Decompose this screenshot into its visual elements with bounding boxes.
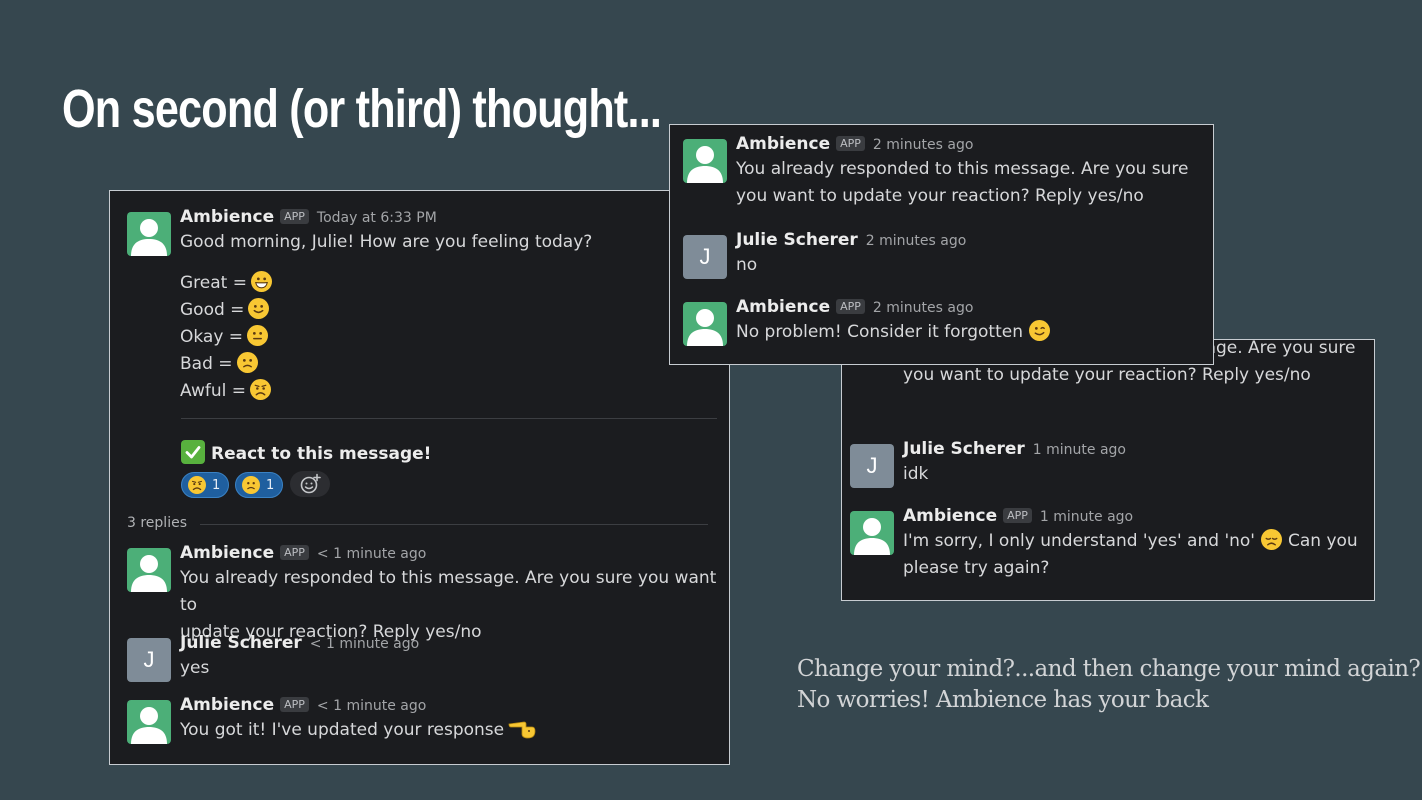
ambience-avatar[interactable] bbox=[683, 302, 727, 346]
julie-avatar[interactable]: J bbox=[850, 444, 894, 488]
message-text-line: you want to update your reaction? Reply … bbox=[736, 186, 1144, 206]
app-badge: APP bbox=[836, 299, 865, 314]
grinning-face-icon bbox=[250, 271, 272, 292]
slide-title: On second (or third) thought... bbox=[62, 79, 662, 139]
timestamp[interactable]: 1 minute ago bbox=[1033, 442, 1126, 458]
message-text-line: You already responded to this message. A… bbox=[180, 568, 717, 615]
slightly-frowning-face-icon bbox=[236, 352, 258, 373]
react-prompt-text: React to this message! bbox=[211, 444, 432, 464]
ambience-avatar[interactable] bbox=[127, 548, 171, 592]
main-thread-panel: Ambience APP Today at 6:33 PM Good morning… bbox=[109, 190, 730, 765]
option-awful: Awful = bbox=[180, 378, 720, 405]
timestamp[interactable]: 2 minutes ago bbox=[873, 300, 974, 316]
replies-divider bbox=[200, 524, 708, 525]
option-label: Okay = bbox=[180, 327, 244, 347]
timestamp[interactable]: < 1 minute ago bbox=[310, 636, 419, 652]
add-emoji-icon bbox=[300, 473, 321, 494]
reaction-count: 1 bbox=[266, 477, 275, 493]
section-divider bbox=[181, 418, 717, 419]
timestamp[interactable]: 2 minutes ago bbox=[873, 137, 974, 153]
message-text: idk bbox=[903, 464, 929, 484]
person-icon bbox=[127, 700, 171, 744]
check-mark-icon bbox=[181, 440, 205, 464]
neutral-face-icon bbox=[247, 325, 269, 346]
username[interactable]: Ambience bbox=[736, 134, 830, 154]
username[interactable]: Julie Scherer bbox=[180, 633, 302, 653]
person-icon bbox=[127, 548, 171, 592]
message-text: yes bbox=[180, 658, 210, 678]
ambience-avatar[interactable] bbox=[127, 700, 171, 744]
ambience-avatar[interactable] bbox=[127, 212, 171, 256]
react-prompt: React to this message! bbox=[181, 440, 431, 464]
timestamp[interactable]: 2 minutes ago bbox=[866, 233, 967, 249]
option-great: Great = bbox=[180, 270, 720, 297]
option-label: Awful = bbox=[180, 381, 246, 401]
reaction-pill-slightly-frowning[interactable]: 1 bbox=[235, 472, 284, 498]
julie-avatar[interactable]: J bbox=[127, 638, 171, 682]
frowning-face-icon bbox=[249, 379, 271, 400]
message-text: Good morning, Julie! How are you feeling… bbox=[180, 232, 593, 252]
message-text-line: please try again? bbox=[903, 558, 1050, 578]
option-label: Great = bbox=[180, 273, 247, 293]
slightly-smiling-face-icon bbox=[248, 298, 270, 319]
app-badge: APP bbox=[1003, 508, 1032, 523]
username[interactable]: Ambience bbox=[180, 695, 274, 715]
reaction-pill-frowning[interactable]: 1 bbox=[181, 472, 230, 498]
top-thread-panel: Ambience APP 2 minutes ago You already res… bbox=[669, 124, 1214, 365]
ambience-avatar[interactable] bbox=[850, 511, 894, 555]
app-badge: APP bbox=[280, 697, 309, 712]
app-badge: APP bbox=[836, 136, 865, 151]
slightly-frowning-face-icon bbox=[242, 476, 260, 494]
message-text: No problem! Consider it forgotten bbox=[736, 322, 1023, 342]
message-text-line: you want to update your reaction? Reply … bbox=[903, 365, 1311, 385]
ambience-avatar[interactable] bbox=[683, 139, 727, 183]
timestamp[interactable]: 1 minute ago bbox=[1040, 509, 1133, 525]
person-icon bbox=[127, 212, 171, 256]
option-label: Bad = bbox=[180, 354, 233, 374]
person-icon bbox=[683, 139, 727, 183]
username[interactable]: Ambience bbox=[736, 297, 830, 317]
replies-count[interactable]: 3 replies bbox=[127, 515, 187, 531]
timestamp[interactable]: < 1 minute ago bbox=[317, 546, 426, 562]
slide-caption: Change your mind?...and then change your… bbox=[797, 654, 1421, 716]
person-icon bbox=[683, 302, 727, 346]
message-text: no bbox=[736, 255, 758, 275]
option-label: Good = bbox=[180, 300, 245, 320]
app-badge: APP bbox=[280, 545, 309, 560]
message-text-continued: Can you bbox=[1287, 531, 1358, 551]
option-bad: Bad = bbox=[180, 351, 720, 378]
bottom-thread-panel: You already responded to this message. A… bbox=[841, 339, 1375, 601]
username[interactable]: Ambience bbox=[180, 543, 274, 563]
julie-avatar[interactable]: J bbox=[683, 235, 727, 279]
timestamp[interactable]: < 1 minute ago bbox=[317, 698, 426, 714]
username[interactable]: Ambience bbox=[180, 207, 274, 227]
timestamp[interactable]: Today at 6:33 PM bbox=[317, 210, 437, 226]
message-text-line: You already responded to this message. A… bbox=[736, 159, 1189, 179]
reaction-count: 1 bbox=[212, 477, 221, 493]
caption-line: Change your mind?...and then change your… bbox=[797, 656, 1421, 682]
username[interactable]: Julie Scherer bbox=[903, 439, 1025, 459]
option-good: Good = bbox=[180, 297, 720, 324]
app-badge: APP bbox=[280, 209, 309, 224]
add-reaction-button[interactable] bbox=[290, 471, 330, 497]
winking-face-icon bbox=[1028, 320, 1050, 341]
username[interactable]: Julie Scherer bbox=[736, 230, 858, 250]
option-okay: Okay = bbox=[180, 324, 720, 351]
person-icon bbox=[850, 511, 894, 555]
saluting-hand-icon bbox=[508, 718, 536, 740]
disappointed-face-icon bbox=[1260, 529, 1282, 550]
frowning-face-icon bbox=[188, 476, 206, 494]
message-text: I'm sorry, I only understand 'yes' and '… bbox=[903, 531, 1255, 551]
caption-line: No worries! Ambience has your back bbox=[797, 687, 1209, 713]
username[interactable]: Ambience bbox=[903, 506, 997, 526]
message-text: You got it! I've updated your response bbox=[180, 720, 505, 740]
